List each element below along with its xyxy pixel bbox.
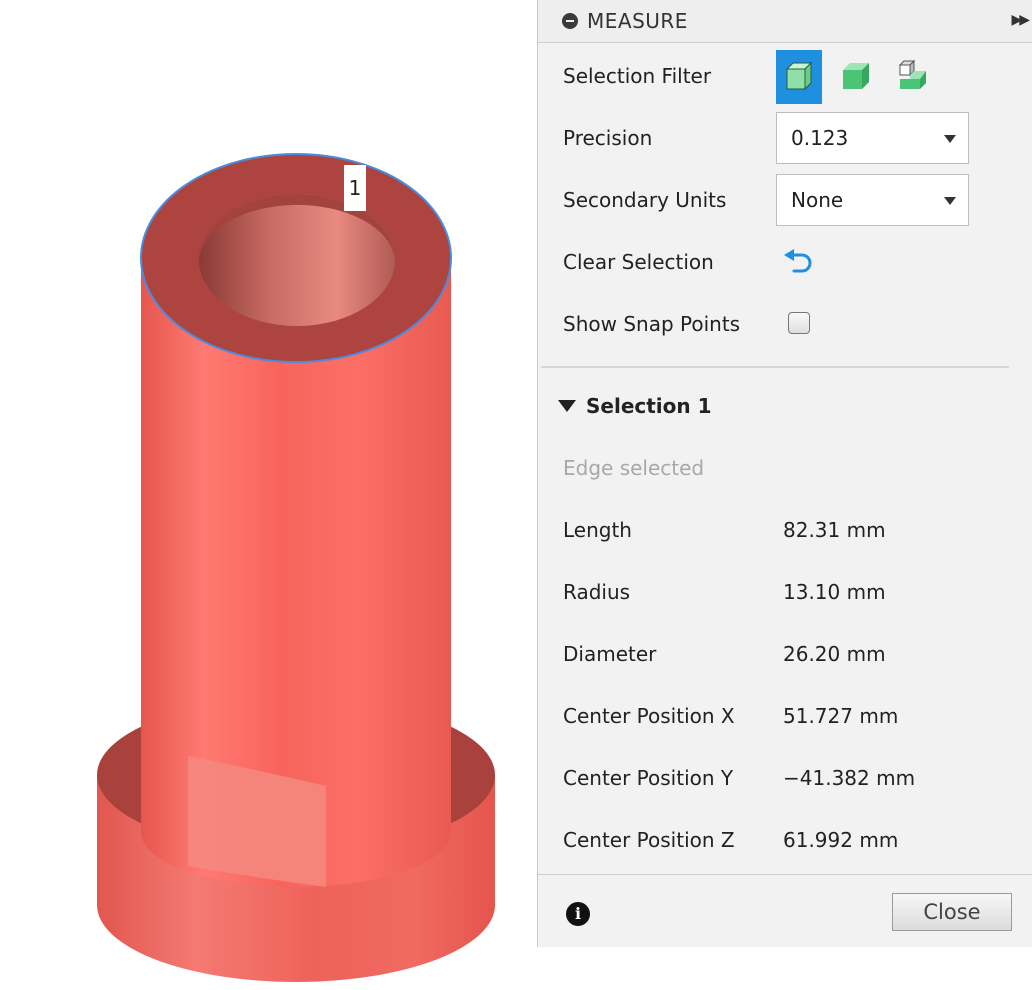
collapse-triangle-icon[interactable] bbox=[558, 400, 576, 412]
undo-icon[interactable] bbox=[782, 249, 816, 277]
chevron-down-icon bbox=[944, 197, 956, 205]
show-snap-points-checkbox[interactable] bbox=[788, 312, 810, 334]
selection-filter-label: Selection Filter bbox=[563, 64, 712, 88]
selection-marker: 1 bbox=[349, 176, 362, 200]
center-z-value: 61.992 mm bbox=[783, 828, 899, 852]
secondary-units-label: Secondary Units bbox=[563, 188, 727, 212]
diameter-label: Diameter bbox=[563, 642, 657, 666]
3d-viewport[interactable]: 1 bbox=[0, 0, 538, 990]
precision-value: 0.123 bbox=[791, 126, 849, 150]
length-value: 82.31 mm bbox=[783, 518, 886, 542]
measure-panel: MEASURE ▶▶ Selection Filter Precision 0.… bbox=[537, 0, 1032, 947]
edge-cube-icon bbox=[898, 59, 926, 89]
radius-value: 13.10 mm bbox=[783, 580, 886, 604]
face-filter-button[interactable] bbox=[832, 50, 878, 104]
radius-label: Radius bbox=[563, 580, 631, 604]
fast-forward-icon[interactable]: ▶▶ bbox=[1011, 12, 1029, 28]
selection-status: Edge selected bbox=[563, 456, 705, 480]
body-filter-button[interactable] bbox=[776, 50, 822, 104]
secondary-units-value: None bbox=[791, 188, 844, 212]
center-z-label: Center Position Z bbox=[563, 828, 735, 852]
length-label: Length bbox=[563, 518, 632, 542]
collapse-icon[interactable] bbox=[562, 13, 578, 29]
precision-label: Precision bbox=[563, 126, 653, 150]
center-y-value: −41.382 mm bbox=[783, 766, 916, 790]
info-icon[interactable]: i bbox=[566, 902, 590, 926]
chevron-down-icon bbox=[944, 135, 956, 143]
face-cube-icon bbox=[843, 63, 869, 89]
center-y-label: Center Position Y bbox=[563, 766, 734, 790]
show-snap-points-label: Show Snap Points bbox=[563, 312, 741, 336]
secondary-units-dropdown[interactable]: None bbox=[776, 174, 969, 226]
panel-title: MEASURE bbox=[587, 9, 688, 33]
precision-dropdown[interactable]: 0.123 bbox=[776, 112, 969, 164]
center-x-label: Center Position X bbox=[563, 704, 735, 728]
center-x-value: 51.727 mm bbox=[783, 704, 899, 728]
selection-title[interactable]: Selection 1 bbox=[586, 394, 712, 418]
edge-filter-button[interactable] bbox=[888, 50, 934, 104]
body-cube-icon bbox=[785, 61, 813, 91]
panel-footer: i Close bbox=[538, 874, 1032, 947]
diameter-value: 26.20 mm bbox=[783, 642, 886, 666]
panel-header: MEASURE ▶▶ bbox=[538, 0, 1032, 43]
close-button[interactable]: Close bbox=[892, 893, 1012, 931]
section-divider bbox=[541, 366, 1009, 368]
clear-selection-label: Clear Selection bbox=[563, 250, 714, 274]
cylinder-model[interactable]: 1 bbox=[0, 0, 538, 990]
